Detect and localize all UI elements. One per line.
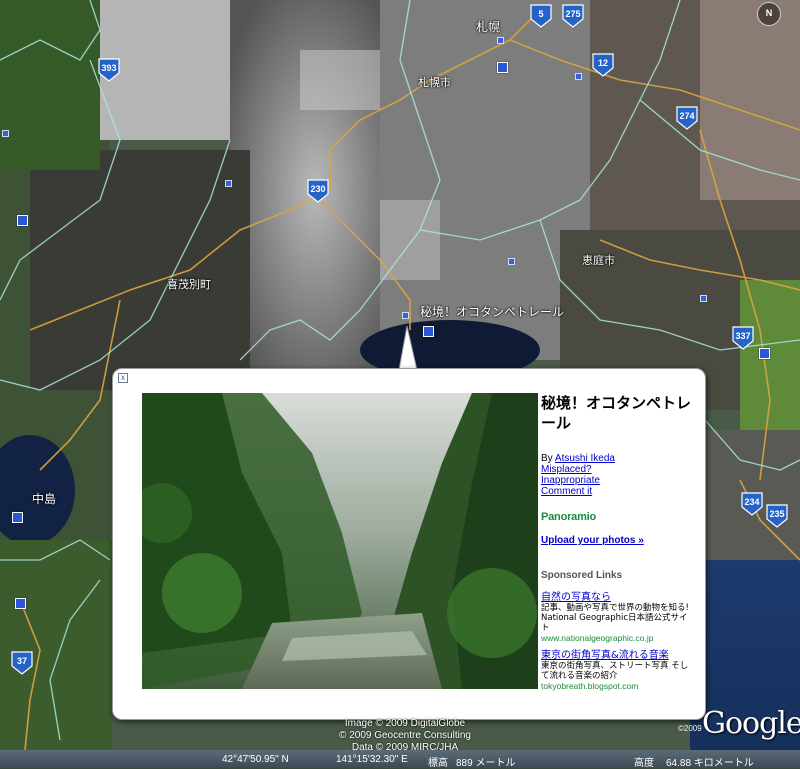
route-shield: 393 (97, 57, 121, 83)
by-label: By (541, 453, 553, 464)
ad-url[interactable]: tokyobreath.blogspot.com (541, 681, 691, 691)
map-label-marker-title[interactable]: 秘境！オコタンペトレール (420, 303, 564, 320)
photo-details-panel: 秘境！オコタンペトレール By Atsushi Ikeda Misplaced?… (541, 393, 691, 691)
map-label-kimobetsu: 喜茂別町 (167, 278, 211, 291)
map-label-nakajima: 中島 (32, 492, 57, 506)
close-button[interactable]: x (118, 373, 128, 383)
photo-title: 秘境！オコタンペトレール (541, 394, 692, 432)
longitude-readout: 141°15'32.30" E (336, 754, 408, 765)
route-shield: 12 (591, 52, 615, 78)
route-shield: 235 (765, 503, 789, 529)
photo-pin[interactable] (497, 37, 504, 44)
status-bar: 42°47'50.95" N 141°15'32.30" E 標高 889 メー… (0, 750, 800, 769)
map-label-eniwa: 恵庭市 (582, 254, 615, 267)
author-link[interactable]: Atsushi Ikeda (555, 453, 615, 464)
author-line: By Atsushi Ikeda (541, 453, 691, 464)
photo-pin[interactable] (508, 258, 515, 265)
photo-pin[interactable] (2, 130, 9, 137)
inappropriate-link[interactable]: Inappropriate (541, 475, 691, 486)
ad-text: 東京の街角写真、ストリート写真 そして流れる音楽の紹介 (541, 661, 689, 681)
panoramio-logo[interactable]: Panoramio (541, 511, 691, 523)
copyright-year: ©2009 (678, 724, 702, 733)
attribution-line: Image © 2009 DigitalGlobe (344, 718, 466, 729)
panoramio-photo[interactable] (142, 393, 538, 689)
ad-title-link[interactable]: 東京の街角写真&流れる音楽 (541, 646, 691, 661)
gorge-photo-image (142, 393, 538, 689)
route-shield: 230 (306, 178, 330, 204)
elevation-value: 889 メートル (456, 758, 516, 769)
sponsored-links-heading: Sponsored Links (541, 570, 623, 581)
latitude-readout: 42°47'50.95" N (222, 754, 289, 765)
route-shield: 37 (10, 650, 34, 676)
ad-url[interactable]: www.nationalgeographic.co.jp (541, 633, 691, 643)
eye-altitude-label: 高度 (634, 758, 654, 769)
elevation-label: 標高 (428, 758, 448, 769)
photo-pin[interactable] (759, 348, 770, 359)
imagery-attribution: Image © 2009 DigitalGlobe © 2009 Geocent… (320, 718, 490, 754)
route-shield: 234 (740, 491, 764, 517)
ad-title-link[interactable]: 自然の写真なら (541, 588, 691, 603)
popup-pointer (398, 326, 418, 370)
photo-pin[interactable] (497, 62, 508, 73)
photo-pin[interactable] (575, 73, 582, 80)
map-label-sapporo: 札幌 (476, 20, 501, 34)
route-shield: 337 (731, 325, 755, 351)
google-logo: Google (702, 706, 800, 741)
comment-link[interactable]: Comment it (541, 486, 691, 497)
photo-pin[interactable] (225, 180, 232, 187)
ad-text: 記事、動画や写真で世界の動物を知る! National Geographic日本… (541, 603, 689, 633)
photo-pin[interactable] (700, 295, 707, 302)
eye-altitude-value: 64.88 キロメートル (666, 758, 754, 769)
photo-pin[interactable] (17, 215, 28, 226)
route-shield: 274 (675, 105, 699, 131)
map-label-sapporo-city: 札幌市 (418, 76, 451, 89)
route-shield: 5 (529, 3, 553, 29)
misplaced-link[interactable]: Misplaced? (541, 464, 691, 475)
photo-pin[interactable] (12, 512, 23, 523)
attribution-line: © 2009 Geocentre Consulting (339, 730, 471, 741)
upload-photos-link[interactable]: Upload your photos » (541, 535, 691, 546)
compass-control[interactable]: N (757, 2, 781, 26)
photo-pin[interactable] (423, 326, 434, 337)
photo-pin[interactable] (15, 598, 26, 609)
photo-info-balloon: x 秘境！オコタンペトレール By Atsushi Ikeda Misplace… (112, 368, 706, 720)
route-shield: 275 (561, 3, 585, 29)
photo-pin[interactable] (402, 312, 409, 319)
